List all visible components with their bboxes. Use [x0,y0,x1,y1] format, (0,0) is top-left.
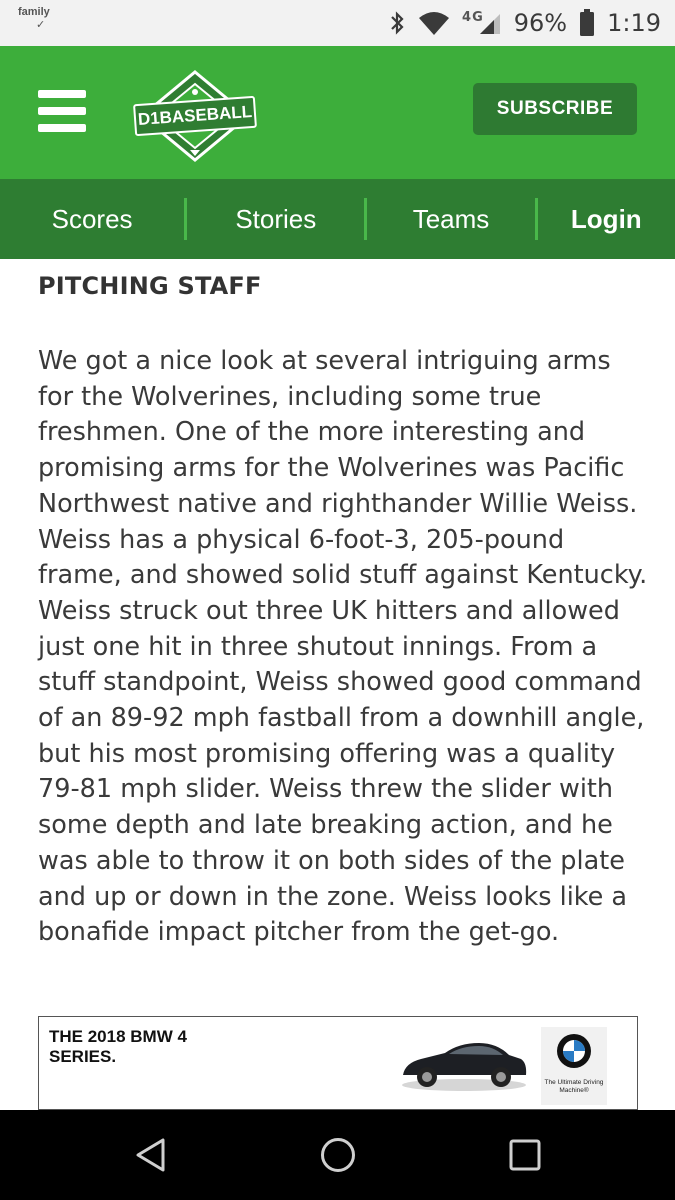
clock: 1:19 [607,9,661,37]
network-type: 4G [462,9,484,25]
nav-item-teams[interactable]: Teams [367,179,534,259]
section-title: PITCHING STAFF [38,272,262,300]
nav-item-scores[interactable]: Scores [0,179,184,259]
ad-headline: THE 2018 BMW 4 SERIES. [49,1027,187,1066]
nav-item-login[interactable]: Login [538,179,675,259]
ad-tagline: The Ultimate Driving Machine® [544,1079,604,1094]
nav-item-stories[interactable]: Stories [187,179,364,259]
notification-label: family [18,6,50,18]
status-icons: 4G 96% 1:19 [388,0,661,46]
home-icon[interactable] [318,1135,358,1175]
system-nav-bar [0,1110,675,1200]
back-icon[interactable] [132,1135,172,1175]
article-content: PITCHING STAFF We got a nice look at sev… [38,268,648,951]
article-paragraph: We got a nice look at several intriguing… [38,346,648,948]
battery-icon [579,9,595,37]
subscribe-button[interactable]: SUBSCRIBE [473,83,637,135]
car-image [402,1043,527,1091]
site-logo[interactable]: D1BASEBALL [130,70,260,162]
battery-percent: 96% [513,9,568,37]
menu-icon[interactable] [38,90,86,132]
recents-icon[interactable] [505,1135,545,1175]
notification-area: family ✓ [18,6,50,32]
main-nav: Scores Stories Teams Login [0,179,675,259]
bmw-brand-box: The Ultimate Driving Machine® [541,1027,607,1105]
network-type-group: 4G [462,10,502,36]
bmw-ad-banner[interactable]: THE 2018 BMW 4 SERIES. The Ultimate Driv… [38,1016,638,1110]
status-bar: family ✓ 4G 96% 1:19 [0,0,675,46]
wifi-icon [418,10,450,36]
bluetooth-icon [388,10,406,36]
site-header: D1BASEBALL SUBSCRIBE [0,46,675,179]
notification-check-icon: ✓ [36,19,46,31]
bmw-logo-icon [557,1034,591,1068]
